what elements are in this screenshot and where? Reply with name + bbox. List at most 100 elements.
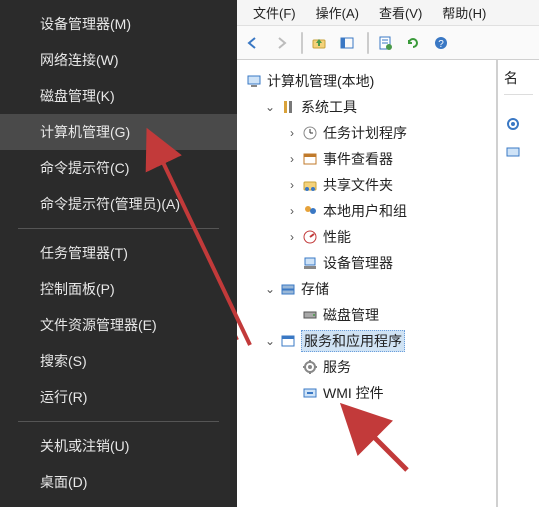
menu-action[interactable]: 操作(A) [306,0,369,25]
ctx-label: 控制面板(P) [40,281,115,297]
ctx-item-run[interactable]: 运行(R) [0,379,237,415]
tree-label: 服务和应用程序 [301,330,405,352]
ctx-label: 关机或注销(U) [40,438,129,454]
ctx-label: 计算机管理(G) [40,124,130,140]
ctx-item-task-manager[interactable]: 任务管理器(T) [0,235,237,271]
tree-label: 磁盘管理 [323,305,379,325]
tree-node-services-apps[interactable]: ⌄ 服务和应用程序 [241,328,492,354]
right-panel-item[interactable] [504,143,533,161]
expand-icon[interactable]: › [285,126,299,140]
right-panel: 名 [497,60,539,507]
toolbar-properties-button[interactable] [375,31,399,55]
menu-label: 帮助(H) [442,6,486,21]
toolbar-show-hide-button[interactable] [337,31,361,55]
right-panel-item[interactable] [504,115,533,133]
services-apps-icon [279,332,297,350]
wmi-icon [301,384,319,402]
menu-bar: 文件(F) 操作(A) 查看(V) 帮助(H) [237,0,539,26]
ctx-label: 设备管理器(M) [40,16,131,32]
tree-label: 系统工具 [301,97,357,117]
ctx-label: 运行(R) [40,389,87,405]
tree-label: 存储 [301,279,329,299]
ctx-item-search[interactable]: 搜索(S) [0,343,237,379]
pane-toggle-icon [338,34,356,52]
tree-label: 事件查看器 [323,149,393,169]
menu-view[interactable]: 查看(V) [369,0,432,25]
tree-node-task-scheduler[interactable]: › 任务计划程序 [241,120,492,146]
expand-icon[interactable]: › [285,230,299,244]
ctx-item-command-prompt[interactable]: 命令提示符(C) [0,150,237,186]
ctx-item-device-manager[interactable]: 设备管理器(M) [0,6,237,42]
ctx-item-command-prompt-admin[interactable]: 命令提示符(管理员)(A) [0,186,237,222]
menu-label: 查看(V) [379,6,422,21]
ctx-item-network-connections[interactable]: 网络连接(W) [0,42,237,78]
services-icon [301,358,319,376]
toolbar-help-button[interactable]: ? [431,31,455,55]
tree-node-performance[interactable]: › 性能 [241,224,492,250]
clock-icon [301,124,319,142]
ctx-item-disk-management[interactable]: 磁盘管理(K) [0,78,237,114]
ctx-label: 搜索(S) [40,353,87,369]
ctx-item-file-explorer[interactable]: 文件资源管理器(E) [0,307,237,343]
tree-label: 任务计划程序 [323,123,407,143]
tools-icon [279,98,297,116]
ctx-label: 磁盘管理(K) [40,88,115,104]
collapse-icon[interactable]: ⌄ [263,334,277,348]
tree-node-disk-management[interactable]: 磁盘管理 [241,302,492,328]
toolbar-back-button[interactable] [243,31,267,55]
disk-icon [301,306,319,324]
event-viewer-icon [301,150,319,168]
ctx-item-computer-management[interactable]: 计算机管理(G) [0,114,237,150]
ctx-separator [18,228,219,229]
tree-label: 本地用户和组 [323,201,407,221]
toolbar-separator [301,32,303,54]
performance-icon [301,228,319,246]
menu-label: 文件(F) [253,6,296,21]
shared-folder-icon [301,176,319,194]
ctx-item-desktop[interactable]: 桌面(D) [0,464,237,500]
expand-icon[interactable]: › [285,152,299,166]
tree-node-storage[interactable]: ⌄ 存储 [241,276,492,302]
tree-node-services[interactable]: 服务 [241,354,492,380]
ctx-item-shutdown-signout[interactable]: 关机或注销(U) [0,428,237,464]
toolbar-forward-button[interactable] [271,31,295,55]
ctx-label: 桌面(D) [40,474,87,490]
expand-icon[interactable]: › [285,204,299,218]
help-icon: ? [432,34,450,52]
spacer [285,308,299,322]
tree-label: 性能 [323,227,351,247]
svg-text:?: ? [438,39,444,50]
ctx-label: 文件资源管理器(E) [40,317,157,333]
tree-node-shared-folders[interactable]: › 共享文件夹 [241,172,492,198]
collapse-icon[interactable]: ⌄ [263,100,277,114]
tree-node-system-tools[interactable]: ⌄ 系统工具 [241,94,492,120]
forward-arrow-icon [272,34,290,52]
device-manager-icon [301,254,319,272]
gear-icon [504,115,522,133]
toolbar-refresh-button[interactable] [403,31,427,55]
ctx-label: 命令提示符(管理员)(A) [40,196,180,212]
computer-management-console: 文件(F) 操作(A) 查看(V) 帮助(H) ? 计算机管理(本地) [237,0,539,507]
expand-icon[interactable]: › [285,178,299,192]
collapse-icon[interactable]: ⌄ [263,282,277,296]
spacer [285,256,299,270]
menu-help[interactable]: 帮助(H) [432,0,496,25]
ctx-label: 网络连接(W) [40,52,119,68]
menu-file[interactable]: 文件(F) [243,0,306,25]
tree-node-computer-management[interactable]: 计算机管理(本地) [241,68,492,94]
tree-node-event-viewer[interactable]: › 事件查看器 [241,146,492,172]
tree-label: 计算机管理(本地) [267,71,374,91]
toolbar-up-button[interactable] [309,31,333,55]
tree-node-local-users[interactable]: › 本地用户和组 [241,198,492,224]
tree-node-device-manager[interactable]: 设备管理器 [241,250,492,276]
tree-pane: 计算机管理(本地) ⌄ 系统工具 › 任务计划程序 › 事件查看器 [237,60,497,507]
users-icon [301,202,319,220]
ctx-item-control-panel[interactable]: 控制面板(P) [0,271,237,307]
spacer [285,360,299,374]
properties-icon [376,34,394,52]
ctx-separator [18,421,219,422]
menu-label: 操作(A) [316,6,359,21]
computer-icon [245,72,263,90]
ctx-label: 命令提示符(C) [40,160,129,176]
tree-node-wmi[interactable]: WMI 控件 [241,380,492,406]
